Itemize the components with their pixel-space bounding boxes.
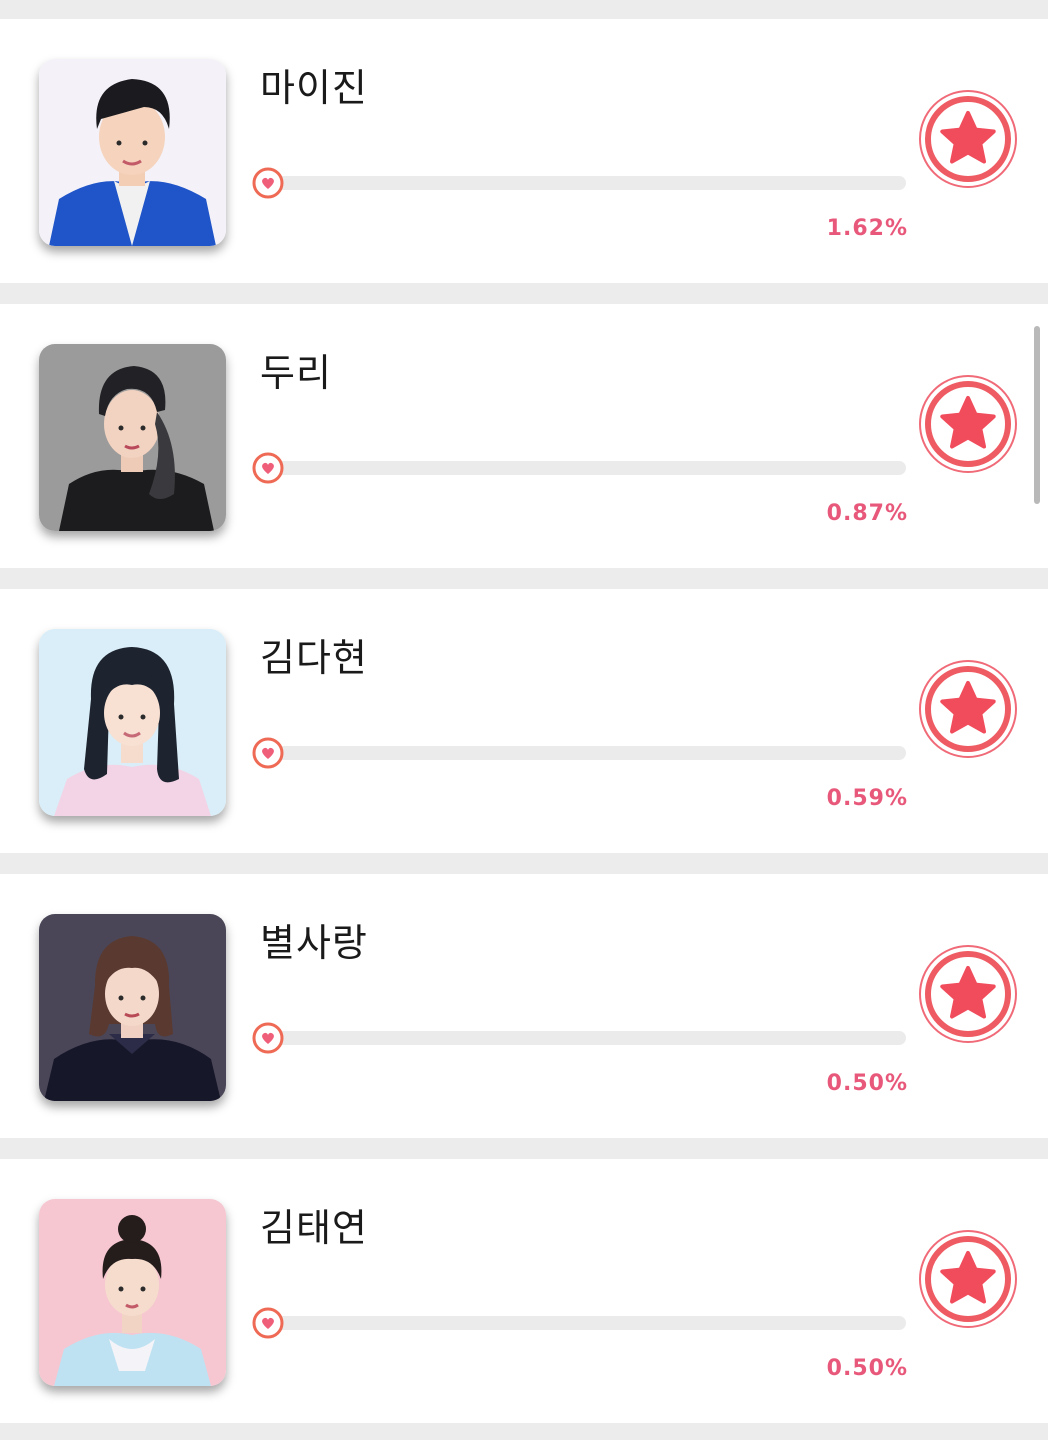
candidate-card: 마이진 1.62% xyxy=(0,19,1048,283)
candidate-photo xyxy=(39,629,226,816)
star-icon xyxy=(940,681,996,734)
candidate-card: 두리 0.87% xyxy=(0,304,1048,568)
scrollbar[interactable] xyxy=(1034,326,1040,504)
vote-progress-bar xyxy=(268,1031,906,1045)
heart-icon xyxy=(252,737,284,769)
candidate-photo xyxy=(39,914,226,1101)
vote-progress-bar xyxy=(268,746,906,760)
candidate-photo xyxy=(39,344,226,531)
vote-percentage: 0.50% xyxy=(826,1071,908,1096)
vote-star-button[interactable] xyxy=(918,89,1018,189)
vote-star-button[interactable] xyxy=(918,1229,1018,1329)
candidate-name: 김다현 xyxy=(260,636,368,680)
vote-star-button[interactable] xyxy=(918,659,1018,759)
star-icon xyxy=(940,1251,996,1304)
heart-icon xyxy=(252,1022,284,1054)
candidate-card: 김다현 0.59% xyxy=(0,589,1048,853)
star-icon xyxy=(940,966,996,1019)
vote-progress-bar xyxy=(268,176,906,190)
star-icon xyxy=(940,111,996,164)
vote-percentage: 0.87% xyxy=(826,501,908,526)
candidate-photo xyxy=(39,59,226,246)
vote-percentage: 0.50% xyxy=(826,1356,908,1381)
vote-percentage: 1.62% xyxy=(826,216,908,241)
heart-icon xyxy=(252,167,284,199)
heart-icon xyxy=(252,1307,284,1339)
candidate-card: 김태연 0.50% xyxy=(0,1159,1048,1423)
vote-star-button[interactable] xyxy=(918,944,1018,1044)
vote-star-button[interactable] xyxy=(918,374,1018,474)
vote-progress-bar xyxy=(268,1316,906,1330)
candidate-photo xyxy=(39,1199,226,1386)
candidate-name: 두리 xyxy=(260,351,332,395)
candidate-name: 마이진 xyxy=(260,66,368,110)
candidate-list: 마이진 1.62% 두리 0.87% 김다현 0.59% 별사랑 0.50% 김… xyxy=(0,0,1048,1440)
heart-icon xyxy=(252,452,284,484)
candidate-name: 별사랑 xyxy=(260,921,368,965)
star-icon xyxy=(940,396,996,449)
candidate-card: 별사랑 0.50% xyxy=(0,874,1048,1138)
candidate-name: 김태연 xyxy=(260,1206,368,1250)
vote-percentage: 0.59% xyxy=(826,786,908,811)
vote-progress-bar xyxy=(268,461,906,475)
